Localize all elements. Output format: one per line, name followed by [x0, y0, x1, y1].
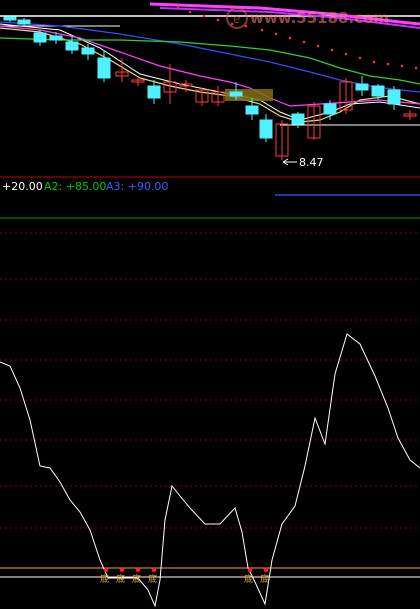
candle-body[interactable] — [291, 113, 305, 125]
candle-body[interactable] — [3, 16, 17, 21]
svg-text:e: e — [233, 12, 240, 26]
watermark: e www.55188.com — [226, 7, 389, 29]
sar-dot — [216, 18, 220, 22]
sar-dot — [288, 36, 292, 40]
candle-body[interactable] — [355, 83, 369, 91]
sar-dot — [386, 62, 390, 66]
sar-dot — [400, 64, 404, 68]
signal-label: 底 — [100, 573, 109, 585]
candle-body[interactable] — [229, 91, 243, 97]
sar-dot — [372, 60, 376, 64]
candle-body[interactable] — [97, 57, 111, 79]
signal-label: 底 — [148, 573, 157, 585]
sar-dot — [330, 48, 334, 52]
sar-dot — [414, 66, 418, 70]
candle-body[interactable] — [259, 119, 273, 139]
candle-body[interactable] — [81, 47, 95, 55]
level-label-a1: +20.00 — [2, 180, 43, 193]
signal-dot — [247, 567, 253, 573]
signal-label: 底 — [244, 573, 253, 585]
sar-dot — [316, 44, 320, 48]
candle-body[interactable] — [323, 103, 337, 115]
candle-body[interactable] — [245, 105, 259, 115]
candle-body[interactable] — [147, 85, 161, 99]
candle-body[interactable] — [33, 32, 47, 43]
signal-label: 底 — [132, 573, 141, 585]
level-label-a3: A3: +90.00 — [106, 180, 168, 193]
level-label-a2: A2: +85.00 — [44, 180, 106, 193]
sar-dot — [302, 40, 306, 44]
signal-dot — [263, 567, 269, 573]
watermark-text: www.55188.com — [250, 9, 389, 27]
signal-label: 底 — [116, 573, 125, 585]
candle-body[interactable] — [65, 41, 79, 51]
sar-dot — [188, 10, 192, 14]
low-price-label: 8.47 — [299, 156, 324, 169]
signal-label: 底 — [260, 573, 269, 585]
candle-body[interactable] — [17, 19, 31, 25]
signal-dot — [119, 567, 125, 573]
signal-dot — [103, 567, 109, 573]
candle-body[interactable] — [387, 89, 401, 105]
sar-dot — [202, 14, 206, 18]
sar-dot — [358, 56, 362, 60]
sar-dot — [260, 28, 264, 32]
signal-dot — [135, 567, 141, 573]
signal-dot — [151, 567, 157, 573]
sar-dot — [344, 52, 348, 56]
stock-chart-window: 8.47 e www.55188.com +20.00 A2: +85.00 A… — [0, 0, 420, 609]
candle-body[interactable] — [49, 35, 63, 41]
candle-body[interactable] — [371, 85, 385, 97]
sar-dot — [274, 32, 278, 36]
sar-dot — [176, 6, 180, 10]
